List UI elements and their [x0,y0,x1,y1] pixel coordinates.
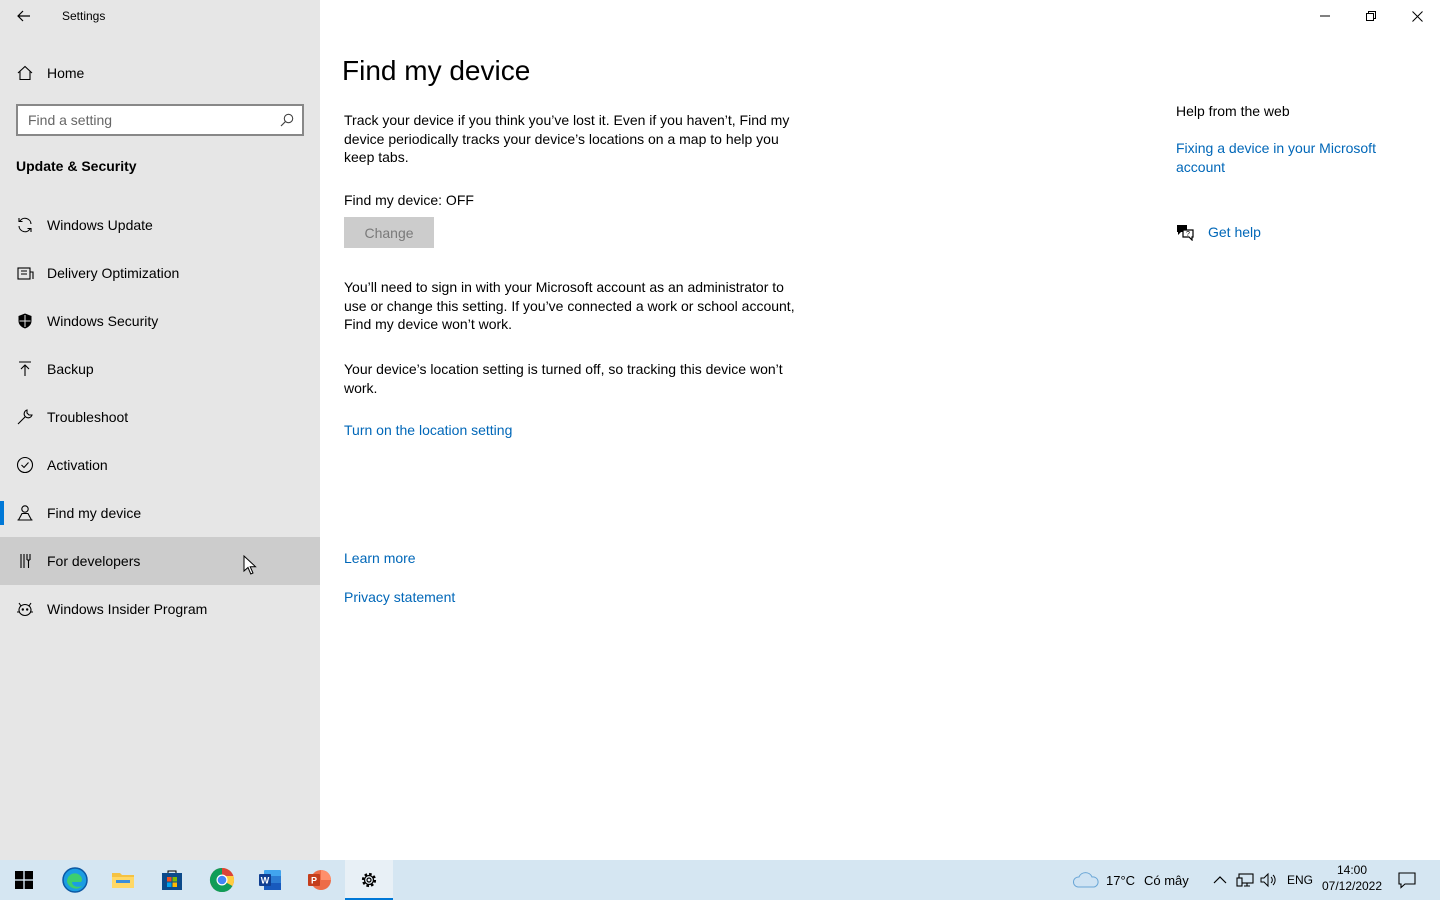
minimize-button[interactable] [1302,0,1348,32]
sidebar: Settings Home Update & Security Windows … [0,0,320,860]
refresh-icon [18,217,32,233]
page-title: Find my device [342,55,531,86]
clock-time: 14:00 [1336,863,1368,877]
person-location-icon [17,505,33,521]
powerpoint-icon: P [308,870,331,890]
chevron-up-icon[interactable] [1213,875,1227,884]
change-button[interactable]: Change [344,217,434,248]
taskbar-store[interactable] [148,860,196,900]
sidebar-item-label: Windows Insider Program [47,601,208,617]
mouse-cursor-icon [243,555,257,575]
input-language[interactable]: ENG [1287,873,1313,887]
sidebar-item-label: Activation [47,457,108,473]
file-explorer-icon [112,873,134,888]
close-button[interactable] [1394,0,1440,32]
sidebar-item-label: Troubleshoot [47,409,129,425]
sidebar-item-find-my-device[interactable]: Find my device [0,489,320,537]
notification-center-icon[interactable] [1398,871,1416,889]
sidebar-item-home[interactable]: Home [0,56,320,90]
cloud-weather-icon[interactable] [1072,872,1100,888]
clock-date: 07/12/2022 [1321,879,1383,893]
section-title: Update & Security [16,158,137,174]
learn-more-link[interactable]: Learn more [344,550,416,566]
sidebar-item-windows-security[interactable]: Windows Security [0,297,320,345]
taskbar-settings[interactable] [345,860,393,900]
taskbar-chrome[interactable] [198,860,246,900]
app-title: Settings [62,9,106,23]
settings-icon [361,872,377,888]
close-icon [1411,10,1423,22]
insider-icon [17,602,33,617]
sidebar-item-label: Delivery Optimization [47,265,180,281]
sidebar-item-label: Find my device [47,505,142,521]
developer-icon [20,554,31,568]
shield-icon [18,313,32,329]
taskbar-file-explorer[interactable] [99,860,147,900]
backup-icon [19,361,31,376]
taskbar-word[interactable]: W [246,860,294,900]
volume-icon[interactable] [1260,872,1278,888]
back-arrow-icon [17,10,30,22]
search-input[interactable] [18,106,268,134]
delivery-icon [17,267,34,280]
sidebar-item-label: Backup [47,361,94,377]
find-my-device-status: Find my device: OFF [344,192,474,208]
sidebar-item-windows-insider-program[interactable]: Windows Insider Program [0,585,320,633]
chrome-icon [209,867,235,893]
wrench-icon [17,409,33,425]
sidebar-item-backup[interactable]: Backup [0,345,320,393]
word-icon: W [259,870,281,890]
store-icon [162,870,182,890]
sidebar-item-activation[interactable]: Activation [0,441,320,489]
sidebar-item-delivery-optimization[interactable]: Delivery Optimization [0,249,320,297]
taskbar-powerpoint[interactable]: P [295,860,343,900]
chat-help-icon[interactable]: ? [1175,223,1195,241]
svg-text:?: ? [1186,231,1190,238]
taskbar: W P 17°C Có mây ENG [0,860,1440,900]
sidebar-item-troubleshoot[interactable]: Troubleshoot [0,393,320,441]
privacy-statement-link[interactable]: Privacy statement [344,589,455,605]
sidebar-item-label: Windows Update [47,217,153,233]
network-icon[interactable] [1236,872,1254,888]
windows-start-icon [15,871,33,889]
turn-on-location-link[interactable]: Turn on the location setting [344,422,512,438]
location-note: Your device’s location setting is turned… [344,361,783,396]
taskbar-clock[interactable]: 14:00 07/12/2022 [1318,862,1386,894]
start-button[interactable] [0,860,48,900]
help-from-web-title: Help from the web [1176,103,1290,119]
intro-text: Track your device if you think you’ve lo… [344,112,790,165]
search-field[interactable] [16,104,304,136]
sidebar-item-windows-update[interactable]: Windows Update [0,201,320,249]
fixing-device-link[interactable]: Fixing a device in your Microsoft accoun… [1176,139,1396,176]
home-label: Home [47,65,85,81]
minimize-icon [1320,15,1330,17]
back-button[interactable] [12,4,36,28]
search-icon[interactable] [280,113,294,127]
weather-temperature[interactable]: 17°C [1106,873,1135,888]
home-icon [17,65,33,81]
get-help-link[interactable]: Get help [1208,224,1261,240]
signin-note: You’ll need to sign in with your Microso… [344,279,795,332]
weather-description[interactable]: Có mây [1144,873,1189,888]
restore-icon [1366,11,1376,21]
sidebar-item-label: Windows Security [47,313,159,329]
sidebar-item-label: For developers [47,553,141,569]
taskbar-edge[interactable] [51,860,99,900]
sidebar-item-for-developers[interactable]: For developers [0,537,320,585]
svg-text:P: P [311,876,317,886]
edge-icon [62,867,88,893]
restore-button[interactable] [1348,0,1394,32]
svg-text:W: W [261,876,270,886]
check-circle-icon [16,456,34,474]
